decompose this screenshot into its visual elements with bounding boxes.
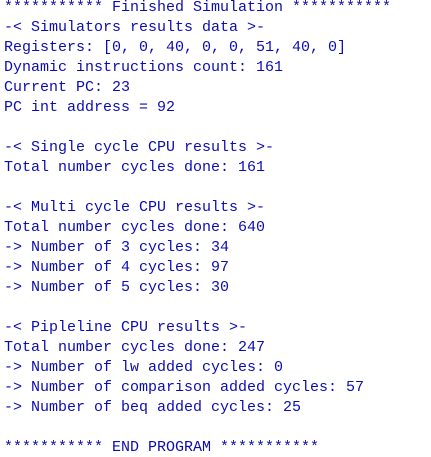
simulators-results-heading: -< Simulators results data >- [4,19,266,36]
console-output: *********** Finished Simulation ********… [0,0,431,457]
pipeline-comparison-added-line: -> Number of comparison added cycles: 57 [4,379,365,396]
multi-cycle-heading: -< Multi cycle CPU results >- [4,199,266,216]
pipeline-total-line: Total number cycles done: 247 [4,339,266,356]
dynamic-instructions-line: Dynamic instructions count: 161 [4,59,284,76]
multi-cycle-4-cycles-line: -> Number of 4 cycles: 97 [4,259,230,276]
end-program-banner: *********** END PROGRAM *********** [4,439,320,456]
current-pc-line: Current PC: 23 [4,79,131,96]
pipeline-beq-added-line: -> Number of beq added cycles: 25 [4,399,302,416]
multi-cycle-5-cycles-line: -> Number of 5 cycles: 30 [4,279,230,296]
pipeline-heading: -< Pipleline CPU results >- [4,319,248,336]
finished-simulation-banner: *********** Finished Simulation ********… [4,0,392,16]
single-cycle-heading: -< Single cycle CPU results >- [4,139,275,156]
multi-cycle-3-cycles-line: -> Number of 3 cycles: 34 [4,239,230,256]
single-cycle-total-line: Total number cycles done: 161 [4,159,266,176]
pipeline-lw-added-line: -> Number of lw added cycles: 0 [4,359,284,376]
registers-line: Registers: [0, 0, 40, 0, 0, 51, 40, 0] [4,39,347,56]
multi-cycle-total-line: Total number cycles done: 640 [4,219,266,236]
pc-int-address-line: PC int address = 92 [4,99,176,116]
